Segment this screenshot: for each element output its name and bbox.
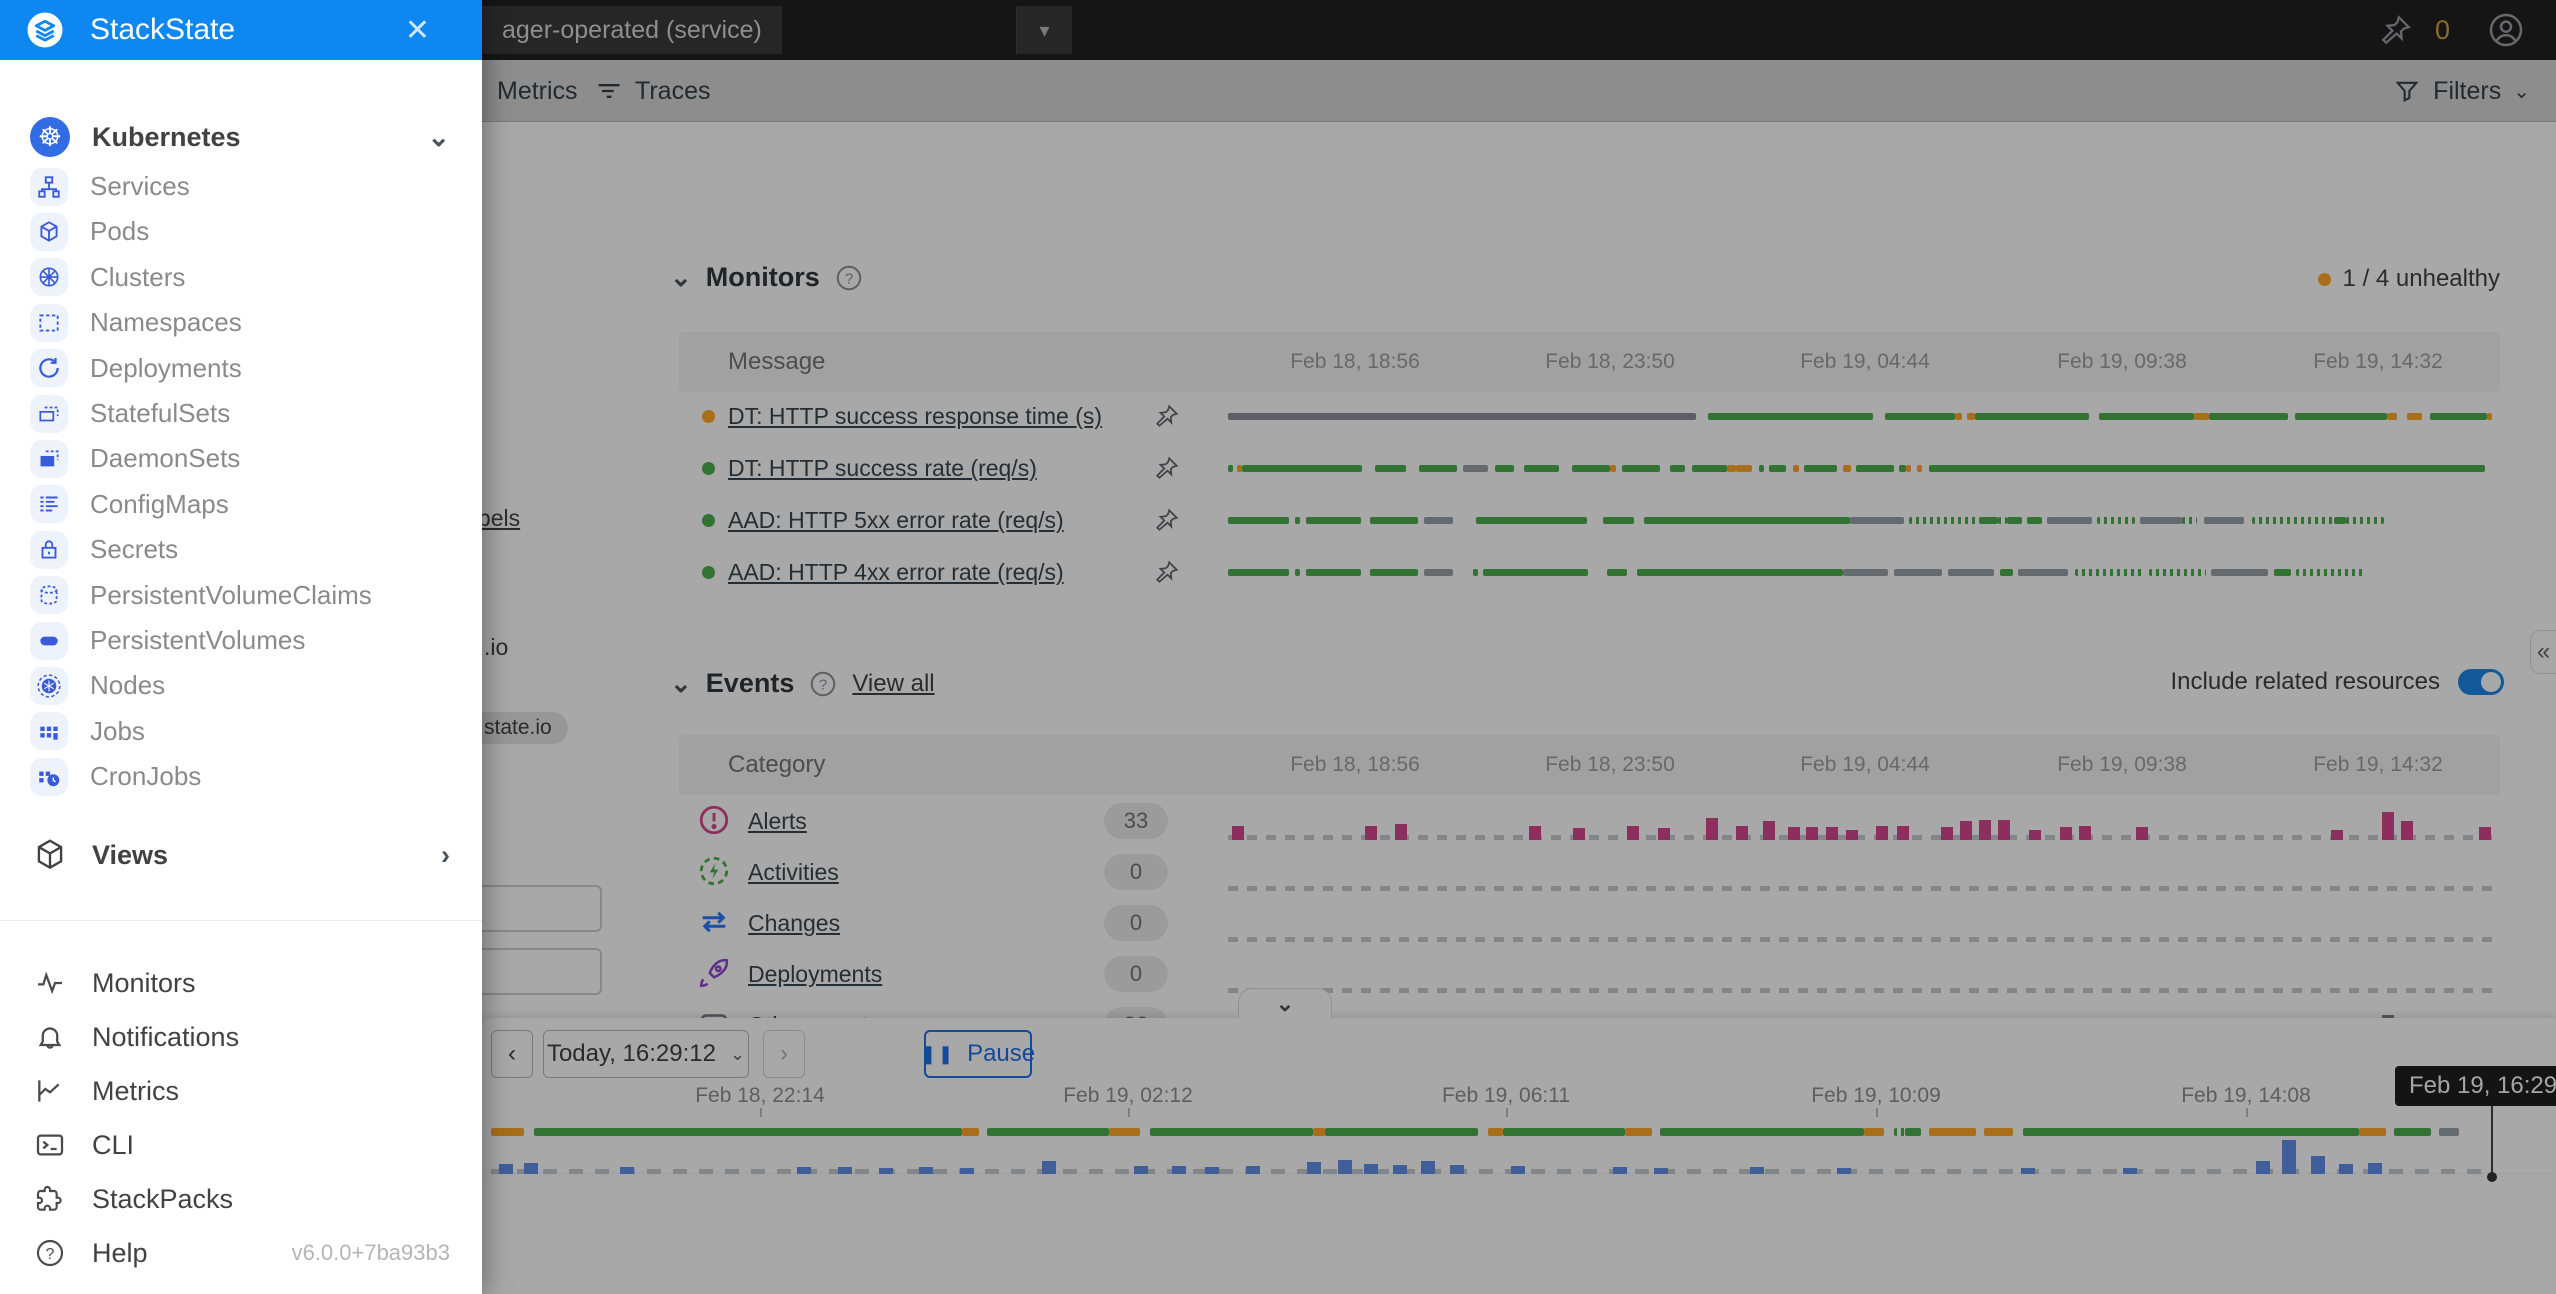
sidebar-item-kubernetes[interactable]: ☸ Kubernetes ⌄ <box>0 110 482 164</box>
sidebar-item-stackpacks[interactable]: StackPacks <box>0 1172 482 1226</box>
deployments-icon <box>30 349 68 387</box>
statefulsets-icon <box>30 395 68 433</box>
sidebar-item-pods[interactable]: Pods <box>0 209 482 254</box>
configmaps-icon <box>30 485 68 523</box>
sidebar-item-label: Notifications <box>92 1022 239 1053</box>
drawer-divider <box>0 920 482 921</box>
kubernetes-icon: ☸ <box>30 117 70 157</box>
sidebar-item-label: StackPacks <box>92 1184 233 1215</box>
terminal-icon <box>30 1125 70 1165</box>
sidebar-item-secrets[interactable]: Secrets <box>0 527 482 572</box>
bell-icon <box>30 1017 70 1057</box>
daemonsets-icon <box>30 440 68 478</box>
sidebar-item-daemonsets[interactable]: DaemonSets <box>0 436 482 481</box>
sidebar-item-label: Nodes <box>90 670 165 701</box>
sidebar-item-monitors[interactable]: Monitors <box>0 956 482 1010</box>
sidebar-item-label: Jobs <box>90 716 145 747</box>
sidebar-item-metrics[interactable]: Metrics <box>0 1064 482 1118</box>
close-icon: ✕ <box>405 13 430 48</box>
drawer-header: StackState ✕ <box>0 0 482 60</box>
views-cube-icon <box>30 835 70 875</box>
pv-icon <box>30 622 68 660</box>
sidebar-item-label: PersistentVolumeClaims <box>90 580 372 611</box>
sidebar-item-label: Pods <box>90 216 149 247</box>
sidebar-item-label: CronJobs <box>90 761 201 792</box>
chevron-down-icon: ⌄ <box>427 122 450 153</box>
pvc-icon <box>30 576 68 614</box>
navigation-drawer: StackState ✕ ☸ Kubernetes ⌄ Services Pods… <box>0 0 482 1294</box>
chevron-right-icon: › <box>441 840 450 871</box>
help-icon: ? <box>30 1233 70 1273</box>
chart-icon <box>30 1071 70 1111</box>
sidebar-item-label: Monitors <box>92 968 196 999</box>
namespaces-icon <box>30 304 68 342</box>
sidebar-item-persistentvolumes[interactable]: PersistentVolumes <box>0 618 482 663</box>
sidebar-item-clusters[interactable]: Clusters <box>0 255 482 300</box>
sidebar-item-label: Clusters <box>90 262 185 293</box>
stackstate-app: ager-operated (service) ▾ 0 Metrics <box>0 0 2556 1294</box>
sidebar-item-label: Help <box>92 1238 148 1269</box>
sidebar-item-label: Namespaces <box>90 307 242 338</box>
sidebar-item-label: Views <box>92 840 168 871</box>
app-version: v6.0.0+7ba93b3 <box>292 1240 450 1266</box>
jobs-icon <box>30 712 68 750</box>
sidebar-item-services[interactable]: Services <box>0 164 482 209</box>
pods-icon <box>30 213 68 251</box>
sidebar-item-cli[interactable]: CLI <box>0 1118 482 1172</box>
sidebar-item-namespaces[interactable]: Namespaces <box>0 300 482 345</box>
svg-text:?: ? <box>46 1246 55 1263</box>
services-icon <box>30 168 68 206</box>
sidebar-item-label: DaemonSets <box>90 443 240 474</box>
sidebar-item-label: Deployments <box>90 353 242 384</box>
nodes-icon <box>30 667 68 705</box>
stackstate-logo-icon <box>24 9 66 51</box>
sidebar-item-label: PersistentVolumes <box>90 625 305 656</box>
sidebar-item-statefulsets[interactable]: StatefulSets <box>0 391 482 436</box>
sidebar-item-label: StatefulSets <box>90 398 230 429</box>
close-drawer-button[interactable]: ✕ <box>405 0 430 60</box>
sidebar-item-nodes[interactable]: Nodes <box>0 663 482 708</box>
sidebar-item-configmaps[interactable]: ConfigMaps <box>0 482 482 527</box>
sidebar-item-label: Kubernetes <box>92 122 241 153</box>
sidebar-item-deployments[interactable]: Deployments <box>0 346 482 391</box>
sidebar-item-label: ConfigMaps <box>90 489 229 520</box>
sidebar-item-views[interactable]: Views › <box>0 828 482 882</box>
sidebar-item-cronjobs[interactable]: CronJobs <box>0 754 482 799</box>
cronjobs-icon <box>30 758 68 796</box>
sidebar-item-label: Secrets <box>90 534 178 565</box>
sidebar-item-jobs[interactable]: Jobs <box>0 709 482 754</box>
sidebar-item-label: Services <box>90 171 190 202</box>
sidebar-item-notifications[interactable]: Notifications <box>0 1010 482 1064</box>
drawer-title: StackState <box>90 13 235 47</box>
sidebar-item-label: CLI <box>92 1130 134 1161</box>
secrets-icon <box>30 531 68 569</box>
clusters-icon <box>30 258 68 296</box>
sidebar-item-label: Metrics <box>92 1076 179 1107</box>
pulse-icon <box>30 963 70 1003</box>
sidebar-item-persistentvolumeclaims[interactable]: PersistentVolumeClaims <box>0 573 482 618</box>
puzzle-icon <box>30 1179 70 1219</box>
